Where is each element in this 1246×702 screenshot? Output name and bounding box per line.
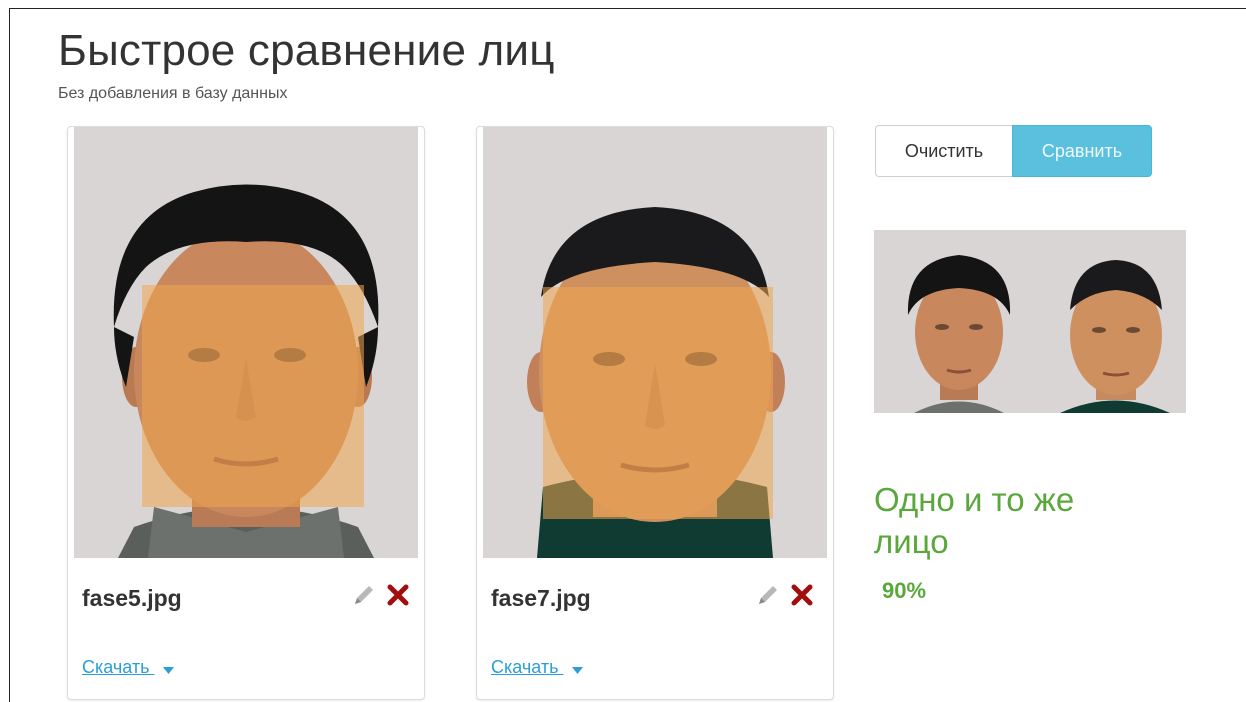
window-border-left (9, 8, 10, 702)
comparison-preview (874, 230, 1186, 413)
pencil-icon[interactable] (755, 582, 781, 608)
page-subtitle: Без добавления в базу данных (58, 85, 288, 102)
caret-down-icon[interactable] (571, 658, 583, 679)
caret-down-icon[interactable] (162, 658, 174, 679)
face-photo-1 (74, 127, 418, 558)
window-border-top (9, 8, 1246, 9)
comparison-verdict: Одно и то же лицо (874, 481, 1075, 560)
download-label[interactable]: Скачать (82, 657, 150, 677)
face-illustration-1 (74, 127, 418, 558)
page-title: Быстрое сравнение лиц (58, 26, 555, 75)
comparison-preview-image (874, 230, 1186, 413)
download-dropdown[interactable]: Скачать (491, 657, 583, 679)
similarity-percent: 90% (882, 578, 927, 603)
face-illustration-2 (483, 127, 827, 558)
download-dropdown[interactable]: Скачать (82, 657, 174, 679)
clear-button[interactable]: Очистить (875, 125, 1012, 177)
delete-x-icon[interactable] (386, 582, 410, 608)
photo-card-2: fase7.jpg Скачать (476, 126, 834, 700)
delete-x-icon[interactable] (790, 582, 814, 608)
action-button-group: Очистить Сравнить (875, 125, 1152, 177)
download-label[interactable]: Скачать (491, 657, 559, 677)
file-name: fase7.jpg (491, 585, 591, 611)
compare-button[interactable]: Сравнить (1012, 125, 1152, 177)
file-name: fase5.jpg (82, 585, 182, 611)
face-photo-2 (483, 127, 827, 558)
photo-card-1: fase5.jpg Скачать (67, 126, 425, 700)
pencil-icon[interactable] (351, 582, 377, 608)
